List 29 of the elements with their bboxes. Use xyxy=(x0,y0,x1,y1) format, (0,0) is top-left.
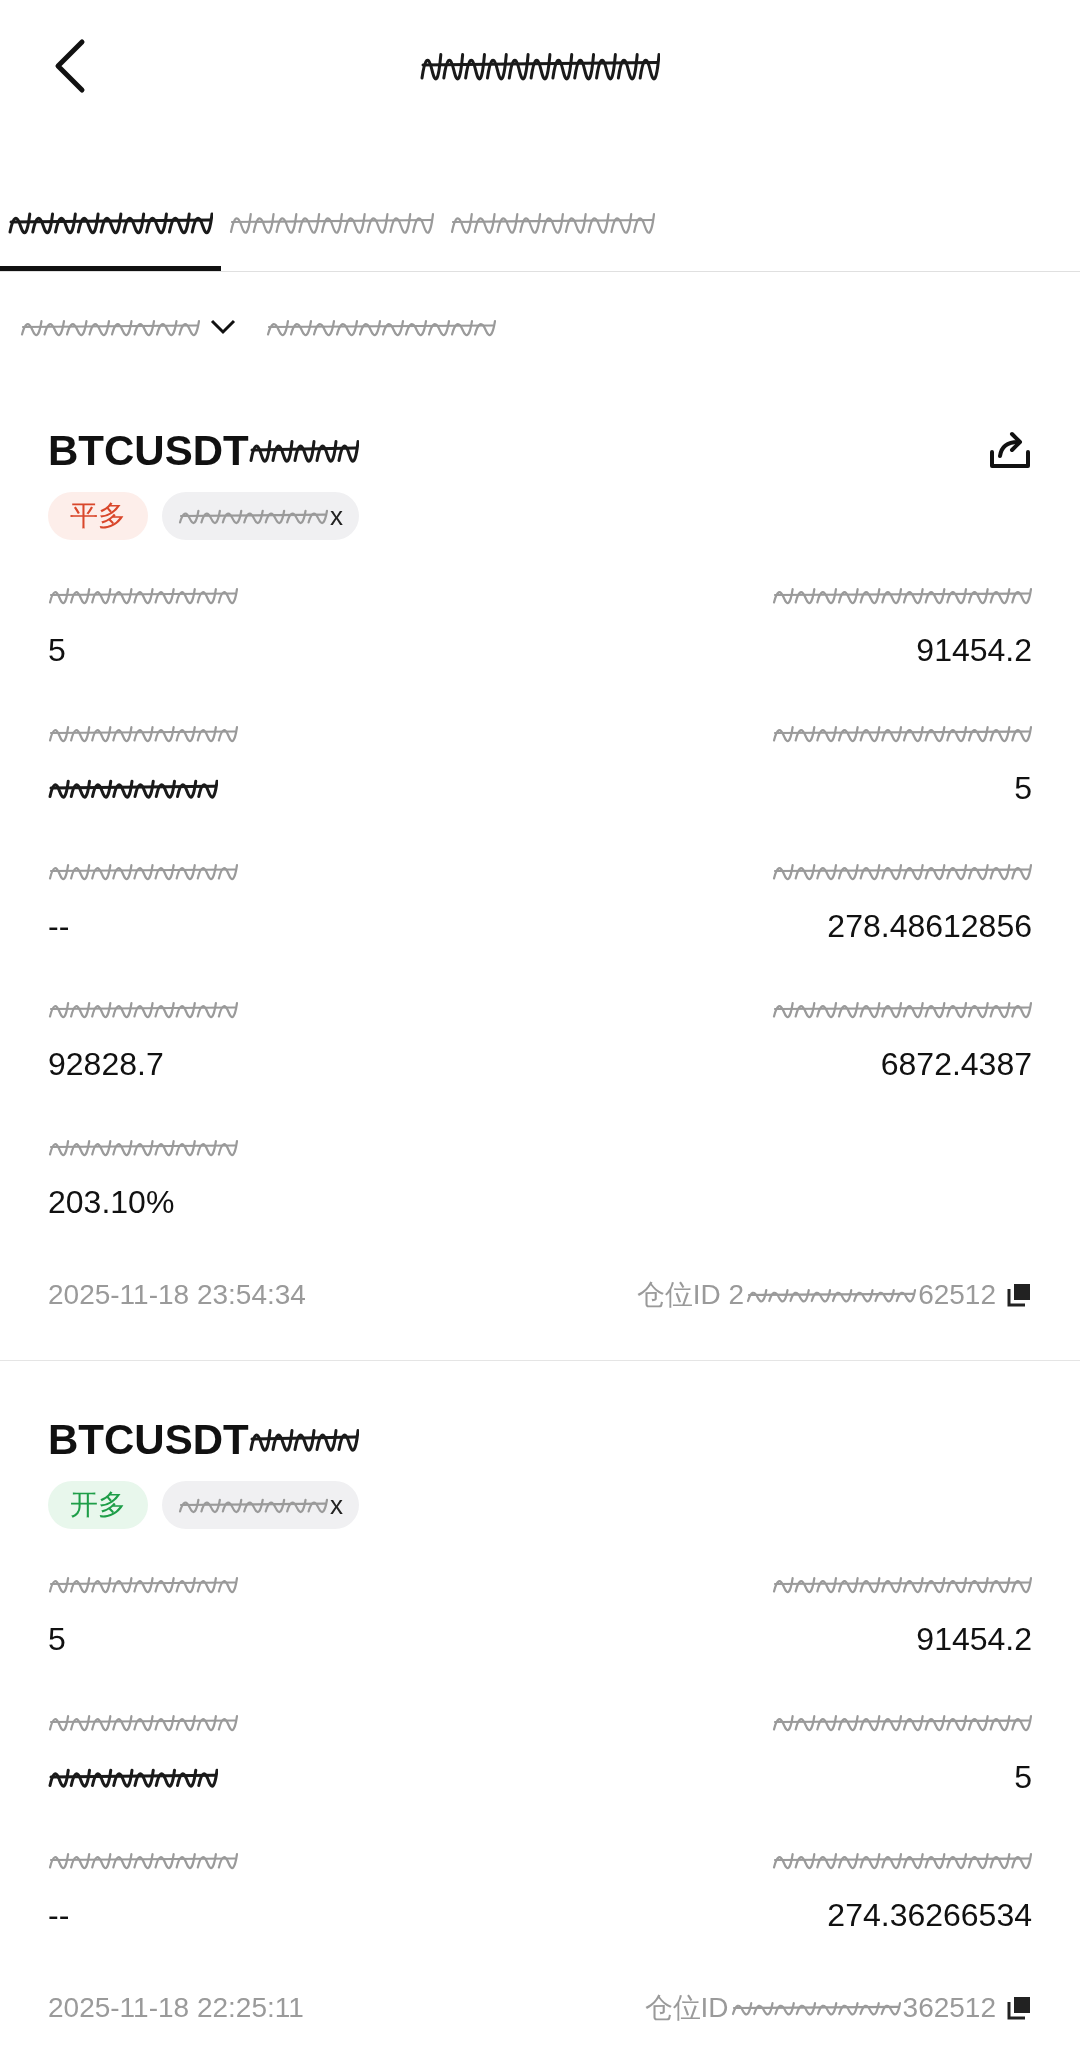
leverage-tag: x xyxy=(162,492,359,540)
position-id-number: 362512 xyxy=(902,1991,996,2025)
chevron-down-icon[interactable] xyxy=(210,319,236,335)
field-value: 5 xyxy=(48,631,67,670)
side-tag: 平多 xyxy=(48,492,148,540)
copy-icon[interactable] xyxy=(1006,1995,1032,2021)
position-id-label: 仓位ID xyxy=(644,1991,729,2025)
field-value: 278.48612856 xyxy=(826,907,1032,946)
field-value: 92828.7 xyxy=(48,1045,165,1084)
field-value: -- xyxy=(48,1896,71,1935)
field-value: 91454.2 xyxy=(915,631,1032,670)
position-id-number: 62512 xyxy=(918,1278,996,1312)
field-value: 203.10% xyxy=(48,1183,176,1222)
position-id-label: 仓位ID 2 xyxy=(636,1278,745,1312)
field-value: 6872.4387 xyxy=(879,1045,1032,1084)
field-value: 5 xyxy=(48,1620,67,1659)
field-value: 5 xyxy=(1013,1758,1032,1797)
symbol-title: BTCUSDT xyxy=(48,425,249,476)
copy-icon[interactable] xyxy=(1006,1282,1032,1308)
position-time: 2025-11-18 23:54:34 xyxy=(48,1278,306,1312)
field-value: 274.36266534 xyxy=(826,1896,1032,1935)
side-tag: 开多 xyxy=(48,1481,148,1529)
symbol-title: BTCUSDT xyxy=(48,1414,249,1465)
leverage-tag: x xyxy=(162,1481,359,1529)
field-value: -- xyxy=(48,907,71,946)
field-value: 91454.2 xyxy=(915,1620,1032,1659)
share-icon[interactable] xyxy=(988,430,1032,470)
position-time: 2025-11-18 22:25:11 xyxy=(48,1991,304,2025)
field-value: 5 xyxy=(1013,769,1032,808)
